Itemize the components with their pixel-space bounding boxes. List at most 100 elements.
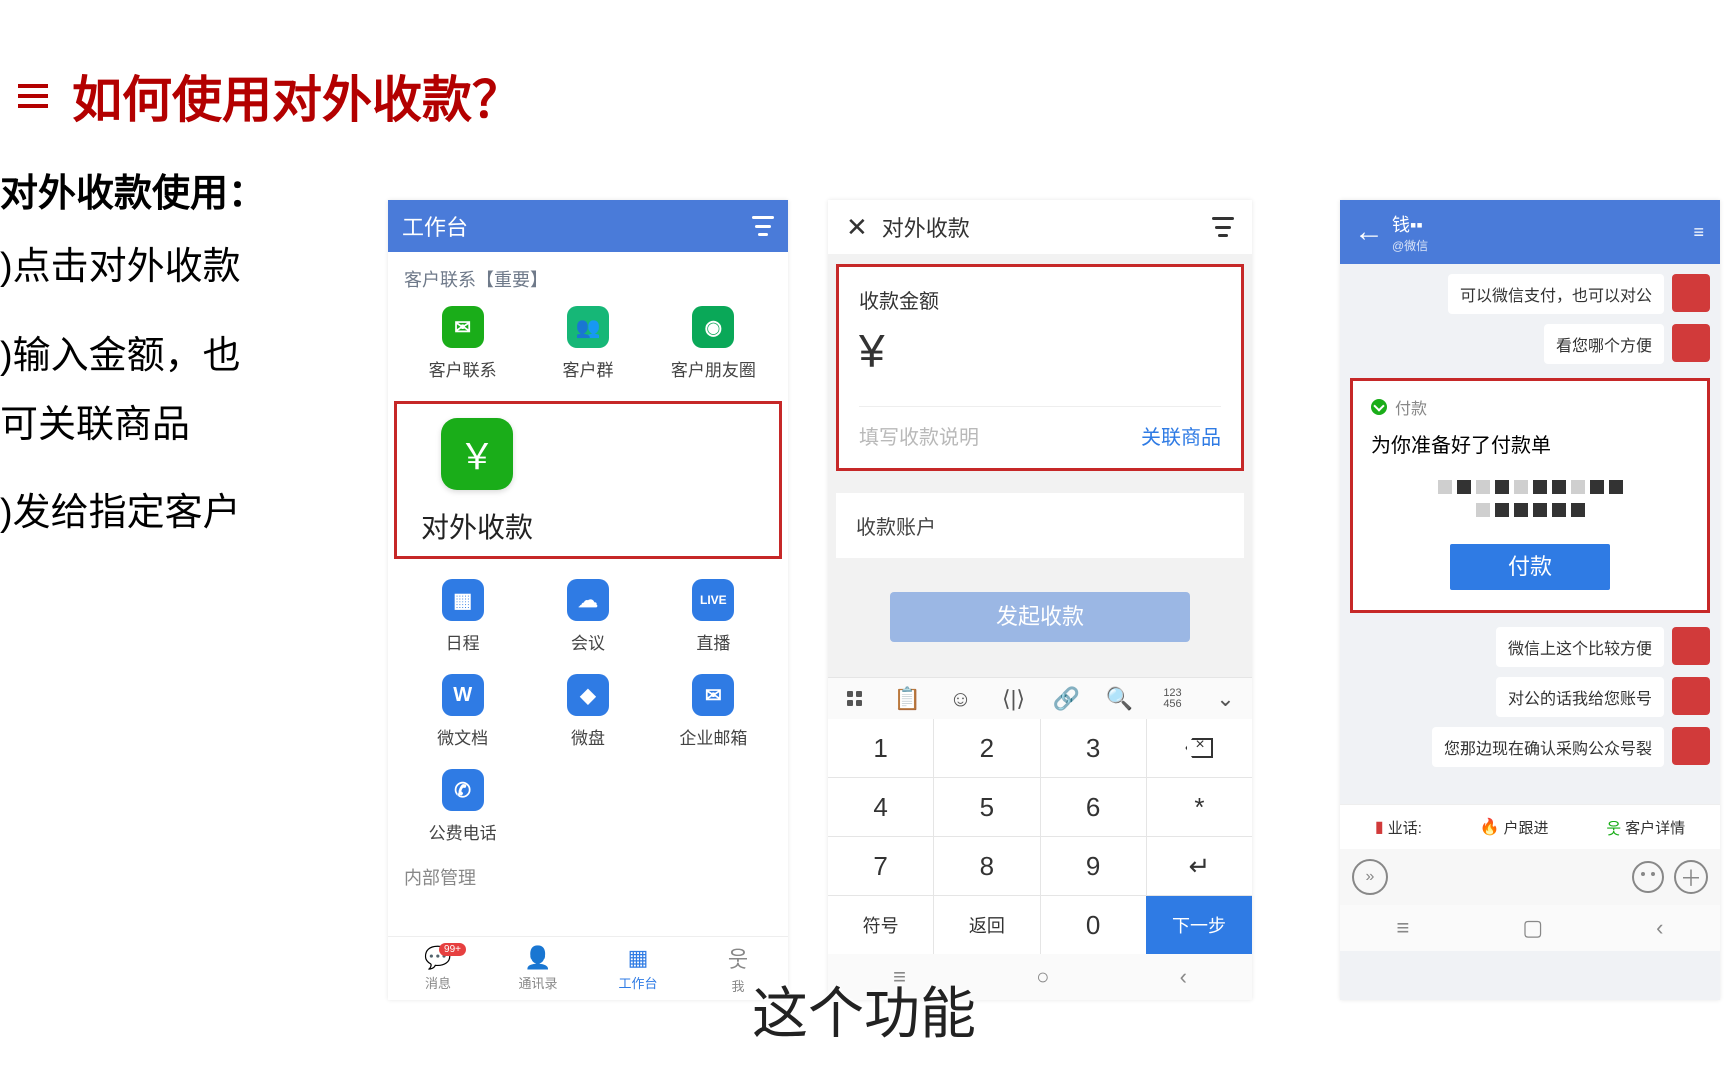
amount-card: 收款金额 ¥ 填写收款说明 关联商品	[836, 264, 1244, 471]
paycard-header: 付款	[1371, 395, 1689, 419]
section-customer-contact: 客户联系【重要】	[388, 252, 788, 306]
item-phone[interactable]: ✆ 公费电话	[400, 769, 525, 844]
item-docs[interactable]: W 微文档	[400, 674, 525, 749]
message-bubble: 对公的话我给您账号	[1496, 677, 1664, 717]
item-mail[interactable]: ✉ 企业邮箱	[651, 674, 776, 749]
close-icon[interactable]: ✕	[846, 212, 868, 243]
disk-icon: ◆	[567, 674, 609, 716]
item-customer-group[interactable]: 👥 客户群	[525, 306, 650, 381]
key-0[interactable]: 0	[1041, 896, 1146, 954]
filter-icon[interactable]	[752, 216, 774, 236]
key-9[interactable]: 9	[1041, 837, 1146, 895]
customer-context-bar: ▮业话: 🔥户跟进 웃客户详情	[1340, 804, 1720, 849]
key-2[interactable]: 2	[934, 719, 1039, 777]
chat-input-bar: » ＋	[1340, 849, 1720, 905]
search-icon[interactable]: 🔍	[1093, 686, 1146, 712]
highlight-external-payment[interactable]: ￥ 对外收款	[394, 401, 782, 559]
message-bubble: 看您哪个方便	[1544, 324, 1664, 364]
currency-symbol: ¥	[859, 324, 1221, 378]
check-circle-icon	[1371, 399, 1387, 415]
nav-home-icon[interactable]: ▢	[1522, 915, 1543, 941]
group-icon: 👥	[567, 306, 609, 348]
link-icon[interactable]: 🔗	[1040, 686, 1093, 712]
pay-button[interactable]: 付款	[1450, 544, 1610, 590]
message-bubble: 可以微信支付，也可以对公	[1448, 274, 1664, 314]
flame-icon: ▮	[1375, 817, 1384, 837]
docs-icon: W	[442, 674, 484, 716]
avatar-self	[1672, 727, 1710, 765]
key-8[interactable]: 8	[934, 837, 1039, 895]
key-enter[interactable]: ↵	[1147, 837, 1252, 895]
cloud-icon: ☁	[567, 579, 609, 621]
workbench-header: 工作台	[388, 200, 788, 252]
note-input[interactable]: 填写收款说明	[859, 421, 979, 450]
key-1[interactable]: 1	[828, 719, 933, 777]
avatar-self	[1672, 627, 1710, 665]
phone-icon: ✆	[442, 769, 484, 811]
key-3[interactable]: 3	[1041, 719, 1146, 777]
collapse-keyboard-icon[interactable]: ⌄	[1199, 686, 1252, 712]
filter-icon[interactable]	[1212, 217, 1234, 237]
item-schedule[interactable]: ▦ 日程	[400, 579, 525, 654]
context-item-1[interactable]: ▮业话:	[1375, 815, 1422, 839]
key-6[interactable]: 6	[1041, 778, 1146, 836]
back-arrow-icon[interactable]: ←	[1354, 215, 1384, 249]
nav-back-icon[interactable]: ‹	[1656, 915, 1663, 941]
divider	[859, 406, 1221, 407]
number-pad-icon[interactable]: 123456	[1146, 688, 1199, 710]
context-item-2[interactable]: 🔥户跟进	[1480, 815, 1549, 839]
slide-title: 如何使用对外收款？	[72, 60, 522, 132]
calendar-icon: ▦	[442, 579, 484, 621]
masked-amount	[1430, 480, 1630, 520]
slide: 如何使用对外收款？ 对外收款使用： )点击对外收款 )输入金额，也 可关联商品 …	[0, 0, 1728, 1080]
voice-input-icon[interactable]: »	[1352, 859, 1388, 895]
moments-icon: ◉	[692, 306, 734, 348]
key-symbol[interactable]: 符号	[828, 896, 933, 954]
avatar-self	[1672, 274, 1710, 312]
amount-label: 收款金额	[859, 285, 1221, 314]
msg-row-3: 微信上这个比较方便	[1350, 627, 1710, 667]
item-disk[interactable]: ◆ 微盘	[525, 674, 650, 749]
system-nav-phone3: ≡ ▢ ‹	[1340, 905, 1720, 951]
clipboard-icon[interactable]: 📋	[881, 686, 934, 712]
key-5[interactable]: 5	[934, 778, 1039, 836]
key-next[interactable]: 下一步	[1146, 896, 1252, 954]
workbench-title: 工作台	[402, 210, 468, 242]
msg-row-4: 对公的话我给您账号	[1350, 677, 1710, 717]
add-attachment-icon[interactable]: ＋	[1674, 860, 1708, 894]
item-customer-moments[interactable]: ◉ 客户朋友圈	[651, 306, 776, 381]
menu-icon	[18, 84, 48, 108]
submit-button[interactable]: 发起收款	[890, 592, 1190, 642]
key-backspace[interactable]	[1147, 719, 1252, 777]
avatar-self	[1672, 324, 1710, 362]
item-meeting[interactable]: ☁ 会议	[525, 579, 650, 654]
avatar-self	[1672, 677, 1710, 715]
nav-menu-icon[interactable]: ≡	[1397, 915, 1410, 941]
emoji-icon[interactable]: ☺	[934, 686, 987, 712]
key-4[interactable]: 4	[828, 778, 933, 836]
grid-toggle-icon[interactable]	[828, 691, 881, 706]
item-live[interactable]: LIVE 直播	[651, 579, 776, 654]
link-goods-button[interactable]: 关联商品	[1141, 421, 1221, 450]
key-7[interactable]: 7	[828, 837, 933, 895]
mail-icon: ✉	[692, 674, 734, 716]
code-icon[interactable]: ⟨|⟩	[987, 686, 1040, 712]
chat-subtitle: @微信	[1392, 237, 1693, 254]
unread-badge: 99+	[439, 943, 466, 956]
payment-card[interactable]: 付款 为你准备好了付款单 付款	[1350, 378, 1710, 613]
key-back[interactable]: 返回	[934, 896, 1039, 954]
contacts-icon: 👤	[524, 945, 551, 971]
context-item-3[interactable]: 웃客户详情	[1606, 815, 1685, 839]
payment-header: ✕ 对外收款	[828, 200, 1252, 254]
account-row[interactable]: 收款账户	[836, 493, 1244, 558]
live-icon: LIVE	[692, 579, 734, 621]
msg-row-1: 可以微信支付，也可以对公	[1350, 274, 1710, 314]
item-customer-contact[interactable]: ✉ 客户联系	[400, 306, 525, 381]
more-menu-icon[interactable]: ≡	[1693, 222, 1706, 243]
key-star[interactable]: *	[1147, 778, 1252, 836]
chat-title-block: 钱▪▪ @微信	[1392, 211, 1693, 254]
workbench-grid: ✉ 客户联系 👥 客户群 ◉ 客户朋友圈 ￥ 对外收款 ▦ 日程 ☁ 会议	[388, 306, 788, 844]
payment-title: 对外收款	[882, 211, 970, 243]
feature-label: 对外收款	[421, 506, 533, 546]
emoji-picker-icon[interactable]	[1632, 861, 1664, 893]
